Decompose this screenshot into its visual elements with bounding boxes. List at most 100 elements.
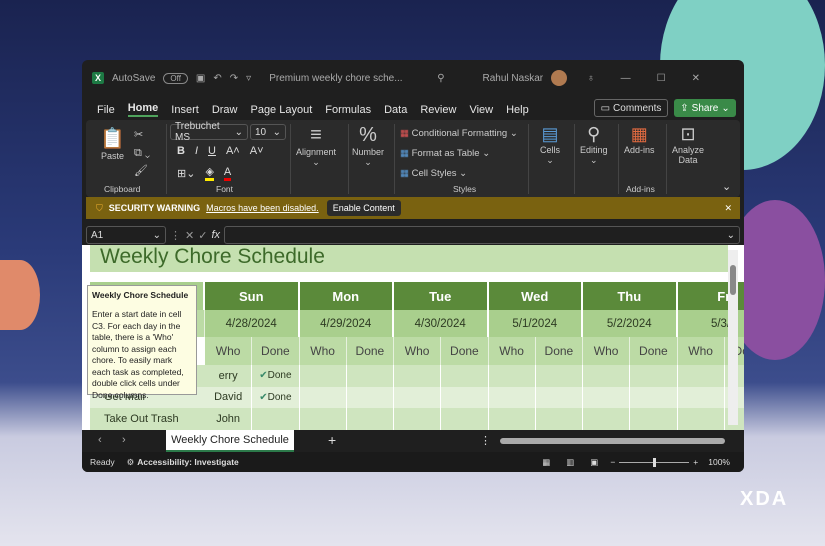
date-cell[interactable]: 4/30/2024 [394,310,489,337]
italic-button[interactable]: I [195,145,198,157]
conditional-formatting-button[interactable]: ▦ Conditional Formatting ⌄ [400,124,518,144]
prev-sheet-icon[interactable]: ‹ [98,434,102,446]
chore-cell[interactable]: Take Out Trash [90,408,205,430]
add-ins-button[interactable]: ▦ Add-ins [624,124,655,155]
who-cell[interactable] [299,365,347,387]
close-warning-icon[interactable]: ✕ [724,203,732,214]
who-cell[interactable] [583,386,631,408]
who-cell[interactable] [299,408,347,430]
name-box[interactable]: A1 ⌄ [86,226,166,244]
format-painter-icon[interactable]: 🖌 [134,162,150,180]
save-icon[interactable]: ▣ [196,73,205,84]
who-cell[interactable] [394,408,442,430]
done-cell[interactable] [630,408,678,430]
done-cell[interactable] [346,408,394,430]
paste-button[interactable]: 📋 Paste [100,126,125,161]
user-name[interactable]: Rahul Naskar [483,73,544,84]
cut-icon[interactable]: ✂ [134,126,150,144]
tab-page-layout[interactable]: Page Layout [250,104,312,116]
done-cell[interactable] [441,365,489,387]
sheet-tab[interactable]: Weekly Chore Schedule [166,430,294,452]
done-cell[interactable] [535,408,583,430]
who-cell[interactable]: John [205,408,253,430]
tab-insert[interactable]: Insert [171,104,199,116]
format-as-table-button[interactable]: ▦ Format as Table ⌄ [400,144,518,164]
macros-link[interactable]: Macros have been disabled. [206,203,319,213]
customize-icon[interactable]: ▿ [246,73,251,84]
normal-view-icon[interactable]: ▦ [542,457,550,468]
page-break-view-icon[interactable]: ▣ [590,457,598,468]
tab-review[interactable]: Review [420,104,456,116]
who-cell[interactable] [394,386,442,408]
increase-font-icon[interactable]: A˄ [226,145,240,157]
done-cell[interactable] [535,365,583,387]
page-layout-view-icon[interactable]: ▥ [566,457,574,468]
date-cell[interactable]: 5/1/2024 [488,310,583,337]
tab-help[interactable]: Help [506,104,529,116]
accessibility-status[interactable]: Accessibility: Investigate [137,457,239,467]
tab-formulas[interactable]: Formulas [325,104,371,116]
done-cell[interactable]: ✔ Done [252,386,300,408]
collapse-ribbon-icon[interactable]: ⌄ [722,180,731,193]
font-color-icon[interactable]: A [223,166,232,181]
font-name-select[interactable]: Trebuchet MS ⌄ [170,121,248,143]
maximize-button[interactable]: ☐ [657,73,666,84]
vertical-scrollbar[interactable] [728,250,738,425]
zoom-slider[interactable] [619,457,690,467]
number-button[interactable]: % Number ⌄ [352,124,384,168]
who-cell[interactable] [583,365,631,387]
insert-function-icon[interactable]: fx [211,229,220,241]
avatar[interactable] [551,70,568,86]
who-cell[interactable] [583,408,631,430]
tab-draw[interactable]: Draw [212,104,238,116]
editing-button[interactable]: ⚲ Editing ⌄ [580,124,608,166]
comments-button[interactable]: ▭ Comments [594,99,668,117]
zoom-level[interactable]: 100% [708,457,730,467]
analyze-data-button[interactable]: ⊡ Analyze Data [672,124,704,165]
lightbulb-icon[interactable]: ♁ [587,73,595,84]
underline-button[interactable]: U [208,145,216,157]
who-cell[interactable] [677,408,725,430]
who-cell[interactable] [394,365,442,387]
cells-button[interactable]: ▤ Cells ⌄ [540,124,560,166]
who-cell[interactable] [488,386,536,408]
who-cell[interactable] [488,408,536,430]
done-cell[interactable] [630,386,678,408]
more-icon[interactable]: ⋮ [480,434,491,447]
who-cell[interactable] [299,386,347,408]
cancel-icon[interactable]: ✕ [185,229,194,242]
who-cell[interactable]: erry [205,365,253,387]
share-button[interactable]: ⇪ Share ⌄ [674,99,736,117]
date-cell[interactable]: 4/29/2024 [299,310,394,337]
cell-styles-button[interactable]: ▦ Cell Styles ⌄ [400,164,518,184]
minimize-button[interactable]: — [621,73,631,84]
add-sheet-icon[interactable]: + [328,432,336,448]
search-icon[interactable]: ⚲ [437,73,444,84]
copy-icon[interactable]: ⧉ ⌄ [134,144,150,162]
date-cell[interactable]: 4/28/2024 [205,310,300,337]
horizontal-scrollbar[interactable] [500,438,725,444]
redo-icon[interactable]: ↷ [230,73,238,84]
next-sheet-icon[interactable]: › [122,434,126,446]
done-cell[interactable] [441,386,489,408]
formula-input[interactable]: ⌄ [224,226,740,244]
done-cell[interactable] [441,408,489,430]
borders-icon[interactable]: ⊞⌄ [177,167,195,180]
date-cell[interactable]: 5/2/2024 [583,310,678,337]
done-cell[interactable] [346,365,394,387]
who-cell[interactable]: David [205,386,253,408]
who-cell[interactable] [488,365,536,387]
bold-button[interactable]: B [177,145,185,157]
decrease-font-icon[interactable]: A˅ [250,145,264,157]
who-cell[interactable] [677,365,725,387]
alignment-button[interactable]: ≡ Alignment ⌄ [296,124,336,168]
tab-file[interactable]: File [97,104,115,116]
enter-icon[interactable]: ✓ [198,229,207,242]
worksheet[interactable]: Weekly Chore Schedule Sun 4/28/2024 Who Don… [82,245,744,430]
enable-content-button[interactable]: Enable Content [326,200,401,216]
done-cell[interactable] [630,365,678,387]
done-cell[interactable]: ✔ Done [252,365,300,387]
close-button[interactable]: ✕ [692,73,700,84]
fill-color-icon[interactable]: ◈ [205,165,214,181]
undo-icon[interactable]: ↶ [213,73,221,84]
